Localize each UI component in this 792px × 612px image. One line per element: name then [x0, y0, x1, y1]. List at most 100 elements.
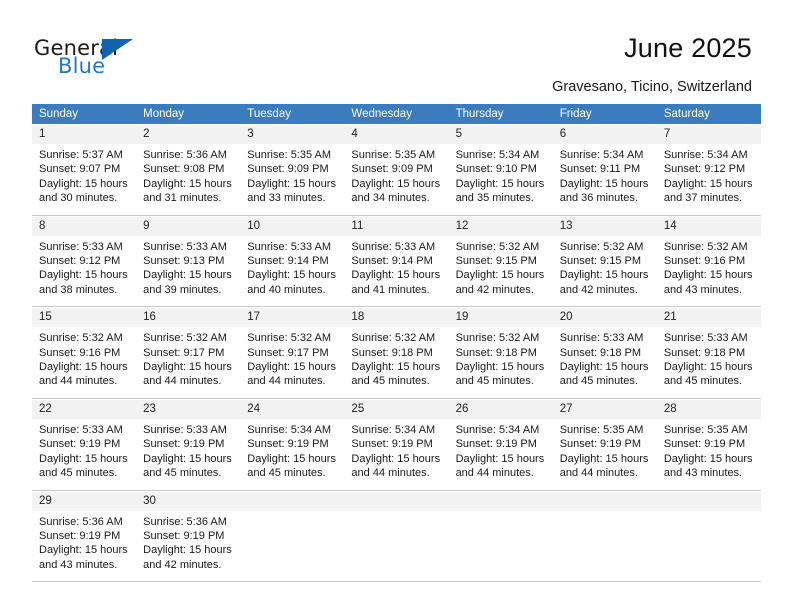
day-cell-empty	[344, 510, 449, 582]
day-number[interactable]: 2	[136, 125, 240, 144]
daylight-line: Daylight: 15 hours	[39, 269, 128, 282]
day-cell[interactable]: Sunrise: 5:34 AM Sunset: 9:10 PM Daylight:…	[448, 144, 553, 215]
day-cell[interactable]: Sunrise: 5:33 AM Sunset: 9:13 PM Daylight:…	[136, 235, 241, 307]
day-number[interactable]: 26	[449, 400, 553, 419]
day-cell[interactable]: Sunrise: 5:33 AM Sunset: 9:19 PM Daylight:…	[32, 418, 137, 490]
day-number[interactable]: 5	[449, 125, 553, 144]
sunrise-line: Sunrise: 5:34 AM	[455, 149, 540, 161]
sunrise-line: Sunrise: 5:35 AM	[663, 423, 748, 436]
general-blue-logo[interactable]: General Blue	[34, 36, 154, 84]
day-cell[interactable]: Sunrise: 5:33 AM Sunset: 9:12 PM Daylight:…	[32, 235, 137, 307]
sunset-line: Sunset: 9:10 PM	[455, 163, 537, 176]
sunset-line: Sunset: 9:14 PM	[247, 255, 329, 268]
day-cell[interactable]: Sunrise: 5:34 AM Sunset: 9:12 PM Daylight:…	[656, 144, 761, 215]
day-number[interactable]: 21	[657, 308, 761, 327]
daylight-line: and 45 minutes.	[455, 375, 534, 388]
day-number[interactable]: 6	[553, 125, 657, 144]
day-number[interactable]: 13	[553, 217, 657, 236]
day-number[interactable]: 18	[344, 308, 448, 327]
daylight-line: and 43 minutes.	[663, 283, 743, 296]
day-number[interactable]: 20	[553, 308, 657, 327]
calendar-week-row: 8 9 10 11 12 13 14 Sunrise: 5:33 AM Sunset: 9:12…	[32, 215, 761, 308]
day-number[interactable]: 12	[449, 217, 553, 236]
week-day-details: Sunrise: 5:36 AM Sunset: 9:19 PM Daylight:…	[32, 510, 761, 583]
day-cell[interactable]: Sunrise: 5:32 AM Sunset: 9:16 PM Daylight:…	[32, 327, 137, 398]
day-number[interactable]: 23	[136, 400, 240, 419]
daylight-line: Daylight: 15 hours	[663, 269, 753, 282]
daylight-line: Daylight: 15 hours	[663, 452, 753, 465]
page-header: General Blue June 2025 Gravesano, Ticino…	[0, 0, 792, 100]
day-number[interactable]: 10	[240, 217, 344, 236]
day-number[interactable]: 8	[32, 217, 136, 236]
day-number[interactable]: 17	[240, 308, 344, 327]
daylight-line: Daylight: 15 hours	[143, 452, 232, 465]
daylight-line: Daylight: 15 hours	[351, 452, 441, 465]
day-cell[interactable]: Sunrise: 5:34 AM Sunset: 9:19 PM Daylight:…	[344, 418, 449, 490]
daylight-line: Daylight: 15 hours	[455, 269, 545, 282]
day-number[interactable]: 1	[32, 125, 136, 144]
day-cell[interactable]: Sunrise: 5:35 AM Sunset: 9:09 PM Daylight:…	[240, 144, 345, 215]
day-cell[interactable]: Sunrise: 5:35 AM Sunset: 9:19 PM Daylight:…	[552, 418, 657, 490]
day-cell[interactable]: Sunrise: 5:37 AM Sunset: 9:07 PM Daylight:…	[32, 144, 137, 215]
day-cell[interactable]: Sunrise: 5:33 AM Sunset: 9:14 PM Daylight:…	[344, 235, 449, 307]
daylight-line: Daylight: 15 hours	[143, 544, 232, 557]
day-number[interactable]: 16	[136, 308, 240, 327]
day-cell[interactable]: Sunrise: 5:32 AM Sunset: 9:18 PM Daylight:…	[448, 327, 553, 398]
day-cell-empty	[448, 510, 553, 582]
calendar-week-row: 22 23 24 25 26 27 28 Sunrise: 5:33 AM Sunset: 9:…	[32, 398, 761, 491]
day-cell[interactable]: Sunrise: 5:33 AM Sunset: 9:14 PM Daylight:…	[240, 235, 345, 307]
day-number[interactable]: 29	[32, 492, 136, 511]
daylight-line: and 45 minutes.	[247, 467, 326, 480]
day-cell[interactable]: Sunrise: 5:32 AM Sunset: 9:16 PM Daylight:…	[656, 235, 761, 307]
daylight-line: and 44 minutes.	[247, 375, 326, 388]
day-cell[interactable]: Sunrise: 5:36 AM Sunset: 9:08 PM Daylight:…	[136, 144, 241, 215]
day-number[interactable]: 30	[136, 492, 240, 511]
daylight-line: Daylight: 15 hours	[247, 177, 336, 190]
daylight-line: and 45 minutes.	[663, 375, 743, 388]
day-number-empty	[344, 492, 448, 511]
day-cell[interactable]: Sunrise: 5:33 AM Sunset: 9:18 PM Daylight:…	[656, 327, 761, 398]
day-number[interactable]: 22	[32, 400, 136, 419]
day-number[interactable]: 24	[240, 400, 344, 419]
day-number[interactable]: 14	[657, 217, 761, 236]
calendar-week-row: 15 16 17 18 19 20 21 Sunrise: 5:32 AM Sunset: 9:…	[32, 307, 761, 399]
week-day-numbers: 22 23 24 25 26 27 28	[32, 398, 761, 419]
day-number[interactable]: 3	[240, 125, 344, 144]
day-cell[interactable]: Sunrise: 5:35 AM Sunset: 9:19 PM Daylight:…	[656, 418, 761, 490]
day-cell[interactable]: Sunrise: 5:32 AM Sunset: 9:18 PM Daylight:…	[344, 327, 449, 398]
day-cell[interactable]: Sunrise: 5:33 AM Sunset: 9:18 PM Daylight:…	[552, 327, 657, 398]
logo-triangle-icon	[102, 39, 133, 60]
day-number[interactable]: 7	[657, 125, 761, 144]
day-cell[interactable]: Sunrise: 5:34 AM Sunset: 9:11 PM Daylight:…	[552, 144, 657, 215]
sunrise-line: Sunrise: 5:35 AM	[559, 423, 644, 436]
day-number[interactable]: 28	[657, 400, 761, 419]
day-cell[interactable]: Sunrise: 5:32 AM Sunset: 9:15 PM Daylight:…	[552, 235, 657, 307]
day-cell[interactable]: Sunrise: 5:34 AM Sunset: 9:19 PM Daylight:…	[448, 418, 553, 490]
day-cell[interactable]: Sunrise: 5:32 AM Sunset: 9:17 PM Daylight:…	[136, 327, 241, 398]
sunset-line: Sunset: 9:09 PM	[247, 163, 329, 176]
day-number[interactable]: 15	[32, 308, 136, 327]
day-cell[interactable]: Sunrise: 5:34 AM Sunset: 9:19 PM Daylight:…	[240, 418, 345, 490]
day-cell[interactable]: Sunrise: 5:35 AM Sunset: 9:09 PM Daylight:…	[344, 144, 449, 215]
day-of-week-header-friday: Friday	[559, 108, 592, 120]
day-number[interactable]: 9	[136, 217, 240, 236]
day-number[interactable]: 25	[344, 400, 448, 419]
sunrise-line: Sunrise: 5:34 AM	[663, 149, 748, 161]
day-cell[interactable]: Sunrise: 5:36 AM Sunset: 9:19 PM Daylight:…	[32, 510, 137, 582]
sunrise-line: Sunrise: 5:34 AM	[559, 149, 644, 161]
day-number[interactable]: 27	[553, 400, 657, 419]
sunrise-line: Sunrise: 5:35 AM	[247, 149, 332, 161]
daylight-line: Daylight: 15 hours	[39, 177, 128, 190]
day-number[interactable]: 4	[344, 125, 448, 144]
day-cell[interactable]: Sunrise: 5:32 AM Sunset: 9:15 PM Daylight:…	[448, 235, 553, 307]
sunset-line: Sunset: 9:19 PM	[143, 438, 225, 451]
day-cell[interactable]: Sunrise: 5:36 AM Sunset: 9:19 PM Daylight:…	[136, 510, 241, 582]
day-cell[interactable]: Sunrise: 5:32 AM Sunset: 9:17 PM Daylight:…	[240, 327, 345, 398]
day-number[interactable]: 11	[344, 217, 448, 236]
day-number[interactable]: 19	[449, 308, 553, 327]
week-day-numbers: 29 30	[32, 490, 761, 511]
daylight-line: and 44 minutes.	[455, 467, 534, 480]
day-cell[interactable]: Sunrise: 5:33 AM Sunset: 9:19 PM Daylight:…	[136, 418, 241, 490]
day-number-empty	[449, 492, 553, 511]
sunset-line: Sunset: 9:19 PM	[559, 438, 642, 451]
